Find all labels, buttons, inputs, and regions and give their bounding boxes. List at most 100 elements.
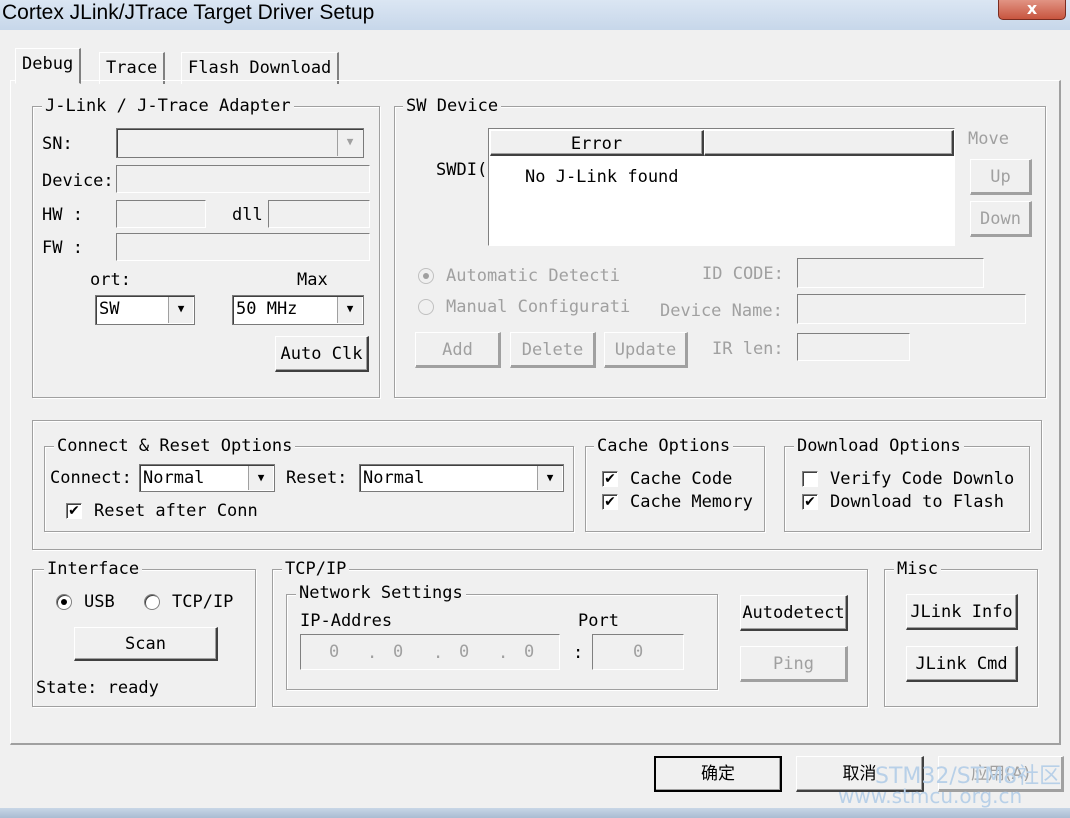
no-jlink-message: No J-Link found — [525, 167, 679, 187]
port-colon: : — [573, 643, 584, 663]
ir-len-field[interactable] — [797, 333, 910, 361]
tcpip-radio-label: TCP/IP — [172, 592, 234, 612]
verify-code-checkbox[interactable] — [802, 471, 818, 487]
misc-group-label: Misc — [894, 559, 941, 579]
ip-octet-3: 0 — [459, 642, 470, 662]
close-button[interactable]: x — [998, 0, 1066, 20]
reset-after-connect-label: Reset after Conn — [94, 501, 258, 521]
dll-label: dll — [232, 205, 263, 225]
usb-label: USB — [84, 592, 115, 612]
checkmark-icon: ✔ — [68, 503, 80, 519]
port-label: ort: — [90, 270, 131, 290]
tcpip-group-label: TCP/IP — [282, 559, 350, 579]
fw-field — [116, 233, 370, 261]
delete-button[interactable]: Delete — [510, 332, 596, 368]
chevron-down-icon: ▼ — [168, 297, 193, 323]
move-down-button[interactable]: Down — [970, 201, 1032, 237]
ip-address-label: IP-Addres — [300, 611, 393, 631]
ip-dot: . — [498, 643, 509, 663]
cache-memory-label: Cache Memory — [630, 492, 753, 512]
dll-field — [268, 200, 370, 228]
download-to-flash-checkbox[interactable]: ✔ — [802, 494, 818, 510]
ip-octet-2: 0 — [393, 642, 404, 662]
add-button[interactable]: Add — [415, 332, 501, 368]
hw-label: HW : — [42, 205, 83, 225]
state-text: State: ready — [36, 678, 159, 698]
id-code-label: ID CODE: — [702, 264, 784, 284]
auto-clk-button[interactable]: Auto Clk — [275, 336, 369, 372]
window-title: Cortex JLink/JTrace Target Driver Setup — [2, 1, 375, 24]
connect-select[interactable]: Normal ▼ — [139, 464, 275, 492]
port-value: SW — [99, 299, 120, 319]
swdio-label: SWDI( — [436, 160, 488, 180]
cache-options-group-label: Cache Options — [594, 436, 734, 456]
cache-options-group — [585, 446, 765, 532]
watermark-url: www.stmcu.org.cn — [838, 784, 1023, 808]
chevron-down-icon: ▼ — [337, 297, 362, 323]
device-name-field[interactable] — [797, 294, 1026, 324]
reset-after-connect-checkbox[interactable]: ✔ — [66, 503, 82, 519]
usb-radio[interactable] — [56, 594, 72, 610]
download-to-flash-label: Download to Flash — [830, 492, 1004, 512]
max-label: Max — [297, 270, 328, 290]
ip-dot: . — [433, 643, 444, 663]
update-button[interactable]: Update — [604, 332, 688, 368]
automatic-detection-radio[interactable] — [418, 268, 434, 284]
reset-label: Reset: — [286, 468, 348, 488]
misc-group — [884, 569, 1038, 707]
move-up-button[interactable]: Up — [970, 159, 1032, 195]
download-options-group — [784, 446, 1030, 532]
ir-len-label: IR len: — [712, 339, 784, 359]
manual-configuration-radio[interactable] — [418, 299, 434, 315]
max-clock-select[interactable]: 50 MHz ▼ — [232, 295, 364, 325]
device-label: Device: — [42, 171, 114, 191]
network-settings-label: Network Settings — [296, 583, 466, 603]
column-header-blank — [704, 130, 954, 156]
chevron-down-icon: ▼ — [337, 130, 362, 156]
tcpip-radio[interactable] — [144, 594, 160, 610]
port-select[interactable]: SW ▼ — [95, 295, 195, 325]
sn-label: SN: — [42, 134, 73, 154]
device-field — [116, 165, 370, 193]
connect-value: Normal — [143, 468, 205, 488]
column-header-error[interactable]: Error — [490, 130, 704, 156]
adapter-group-label: J-Link / J-Trace Adapter — [42, 96, 294, 116]
sn-combo[interactable]: ▼ — [116, 128, 364, 158]
cache-memory-checkbox[interactable]: ✔ — [602, 494, 618, 510]
device-name-label: Device Name: — [660, 301, 783, 321]
download-options-group-label: Download Options — [794, 436, 964, 456]
window-bottom-border — [0, 808, 1070, 818]
cache-code-label: Cache Code — [630, 469, 733, 489]
checkmark-icon: ✔ — [804, 494, 816, 510]
manual-configuration-label: Manual Configurati — [446, 297, 631, 317]
reset-select[interactable]: Normal ▼ — [359, 464, 564, 492]
verify-code-label: Verify Code Downlo — [830, 469, 1015, 489]
chevron-down-icon: ▼ — [248, 466, 273, 490]
ip-dot: . — [367, 643, 378, 663]
ip-octet-1: 0 — [329, 642, 340, 662]
checkmark-icon: ✔ — [604, 494, 616, 510]
port-value: 0 — [633, 642, 644, 662]
jlink-info-button[interactable]: JLink Info — [906, 594, 1018, 630]
tab-debug[interactable]: Debug — [15, 48, 82, 84]
jlink-cmd-button[interactable]: JLink Cmd — [906, 646, 1018, 682]
reset-value: Normal — [363, 468, 425, 488]
autodetect-button[interactable]: Autodetect — [740, 595, 848, 631]
cache-code-checkbox[interactable]: ✔ — [602, 471, 618, 487]
automatic-detection-label: Automatic Detecti — [446, 266, 620, 286]
connect-label: Connect: — [50, 468, 132, 488]
title-bar: Cortex JLink/JTrace Target Driver Setup … — [0, 0, 1070, 30]
sw-device-group-label: SW Device — [403, 96, 502, 116]
ping-button[interactable]: Ping — [740, 646, 848, 682]
interface-group-label: Interface — [44, 559, 143, 579]
max-value: 50 MHz — [236, 299, 298, 319]
ok-button[interactable]: 确定 — [654, 756, 782, 792]
ip-octet-4: 0 — [524, 642, 535, 662]
hw-field — [116, 200, 206, 228]
scan-button[interactable]: Scan — [74, 627, 218, 661]
fw-label: FW : — [42, 238, 83, 258]
id-code-field[interactable] — [797, 258, 984, 288]
move-label: Move — [968, 129, 1009, 149]
port-label: Port — [578, 611, 619, 631]
connect-reset-group-label: Connect & Reset Options — [54, 436, 296, 456]
